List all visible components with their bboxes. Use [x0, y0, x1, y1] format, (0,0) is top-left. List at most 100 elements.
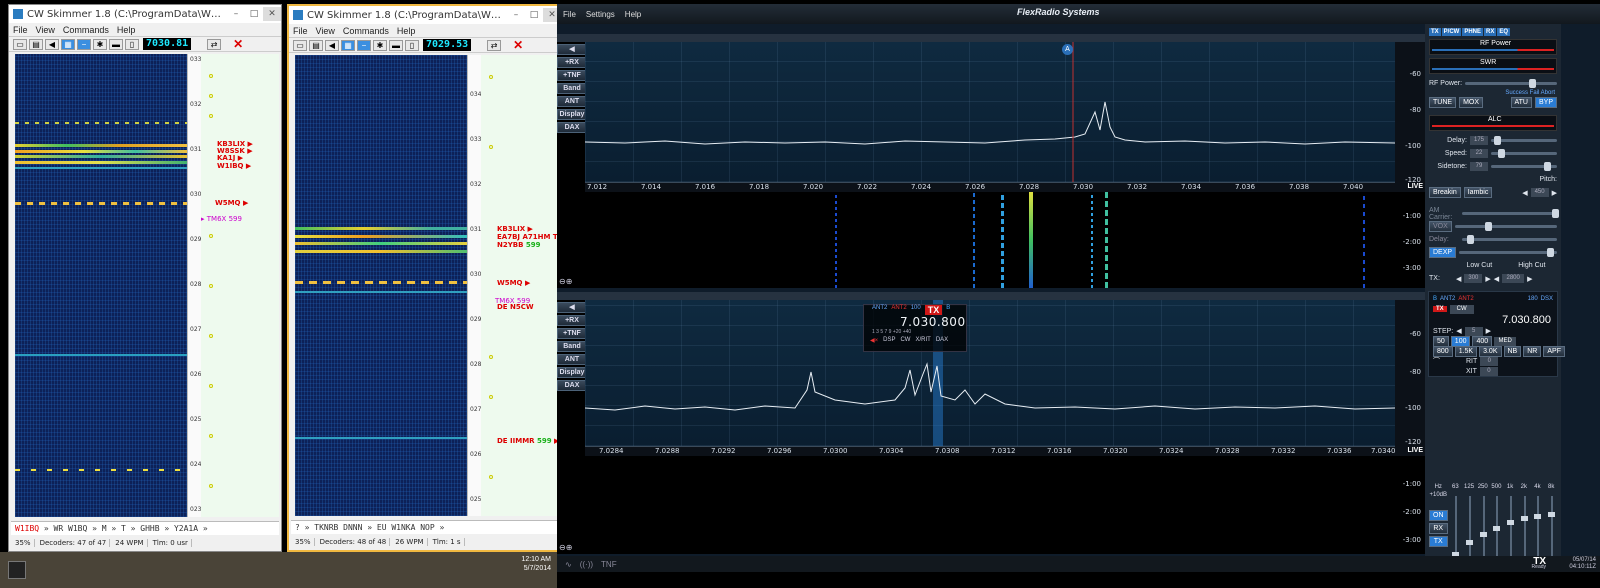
- slice-ant-rx[interactable]: ANT2: [872, 305, 887, 315]
- spectrum-display[interactable]: ANT2 ANT2 100 TX B 7.030.800 1 3 5 7 9 +…: [585, 300, 1395, 446]
- display-button[interactable]: Display: [557, 109, 587, 120]
- waterfall-icon[interactable]: ▦: [341, 39, 355, 51]
- add-rx-button[interactable]: +RX: [557, 315, 587, 326]
- slice-b-flag[interactable]: ANT2 ANT2 100 TX B 7.030.800 1 3 5 7 9 +…: [863, 304, 967, 352]
- maximize-button[interactable]: □: [245, 7, 263, 21]
- dsp-button[interactable]: DSP: [883, 337, 895, 344]
- slice-ant-tx[interactable]: ANT2: [891, 305, 906, 315]
- speed-value[interactable]: 22: [1470, 149, 1488, 158]
- menu-commands[interactable]: Commands: [63, 25, 109, 35]
- rit-value[interactable]: 0: [1480, 356, 1499, 366]
- eq-on-button[interactable]: ON: [1429, 510, 1448, 521]
- radio-icon[interactable]: ▭: [293, 39, 307, 51]
- system-clock[interactable]: 12:10 AM 5/7/2014: [521, 555, 551, 573]
- menu-file[interactable]: File: [293, 26, 308, 36]
- atu-button[interactable]: ATU: [1510, 97, 1532, 108]
- decoded-text[interactable]: W1IBQ » WR W1BQ » M » T » GHHB » Y2A1A »: [11, 521, 279, 535]
- tab-pcw[interactable]: P/CW: [1441, 28, 1462, 36]
- frequency-display[interactable]: 7029.53: [423, 39, 472, 51]
- add-rx-button[interactable]: +RX: [557, 57, 587, 68]
- waterfall[interactable]: [15, 54, 187, 517]
- zoom-out-icon[interactable]: ⊖⊕: [559, 277, 572, 286]
- menu-view[interactable]: View: [316, 26, 335, 36]
- collapse-button[interactable]: ◀: [557, 302, 587, 313]
- delay-slider[interactable]: [1491, 136, 1557, 145]
- smartsdr-window[interactable]: File Settings Help FlexRadio Systems ◀ +…: [557, 4, 1600, 572]
- callsign-spot[interactable]: KA1J ▶: [217, 154, 243, 162]
- pitch-down-icon[interactable]: ◀: [1522, 189, 1527, 197]
- eq-band-500[interactable]: 500: [1491, 484, 1503, 564]
- eq-band-4k[interactable]: 4k: [1532, 484, 1544, 564]
- menu-help[interactable]: Help: [625, 10, 641, 19]
- slice-frequency[interactable]: 7.030.800: [864, 315, 966, 329]
- close-button[interactable]: ✕: [263, 7, 281, 21]
- add-tnf-button[interactable]: +TNF: [557, 328, 587, 339]
- speaker-icon[interactable]: ◀: [45, 38, 59, 50]
- band-button[interactable]: Band: [557, 83, 587, 94]
- callsign-spot[interactable]: N2YBB 599: [497, 241, 541, 249]
- iambic-button[interactable]: Iambic: [1463, 187, 1493, 198]
- tune-icon[interactable]: ✱: [93, 38, 107, 50]
- waterfall-display[interactable]: [585, 456, 1395, 554]
- slice-letter-badge[interactable]: B: [1433, 296, 1437, 302]
- menu-file[interactable]: File: [563, 10, 576, 19]
- start-icon[interactable]: [8, 561, 26, 579]
- radio-icon[interactable]: ▭: [13, 38, 27, 50]
- mox-button[interactable]: MOX: [1459, 97, 1484, 108]
- callsign-spot[interactable]: ▸ TM6X 599: [201, 215, 242, 223]
- dax-slice-button[interactable]: DAX: [936, 337, 948, 344]
- breakin-button[interactable]: Breakin: [1429, 187, 1461, 198]
- filter-3-0k[interactable]: 3.0K: [1479, 345, 1502, 357]
- eq-band-63[interactable]: 63: [1450, 484, 1462, 564]
- vox-delay-slider[interactable]: [1462, 235, 1557, 244]
- low-cut-value[interactable]: 300: [1464, 274, 1483, 283]
- settings-icon[interactable]: ▤: [29, 38, 43, 50]
- slice-tx-badge[interactable]: TX: [924, 305, 943, 315]
- callsign-spot[interactable]: KB3LIX ▶: [497, 225, 533, 233]
- delay-value[interactable]: 175: [1470, 136, 1488, 145]
- callsign-spot[interactable]: W1IBQ ▶: [217, 162, 251, 170]
- tab-rx[interactable]: RX: [1484, 28, 1497, 36]
- mode-button[interactable]: CW: [900, 337, 910, 344]
- minimize-button[interactable]: –: [507, 8, 525, 22]
- waterfall-icon[interactable]: ▦: [61, 38, 75, 50]
- menu-file[interactable]: File: [13, 25, 28, 35]
- waterfall-display[interactable]: [585, 192, 1395, 288]
- xrit-button[interactable]: X/RIT: [915, 337, 930, 344]
- step-up-icon[interactable]: ▶: [1486, 327, 1491, 335]
- decoded-text[interactable]: ? » TKNRB DNNN » EU W1NKA NOP »: [291, 520, 559, 534]
- xit-value[interactable]: 0: [1479, 366, 1498, 376]
- rf-power-slider[interactable]: [1465, 79, 1557, 88]
- pitch-up-icon[interactable]: ▶: [1552, 189, 1557, 197]
- sidetone-value[interactable]: 79: [1470, 162, 1488, 171]
- tnf-icon[interactable]: ((·)): [580, 560, 593, 569]
- dax-button[interactable]: DAX: [557, 122, 587, 133]
- high-cut-down-icon[interactable]: ◀: [1494, 275, 1499, 283]
- vox-button[interactable]: VOX: [1429, 221, 1452, 232]
- eq-rx-button[interactable]: RX: [1429, 523, 1448, 534]
- mode-select[interactable]: CW: [1449, 304, 1474, 314]
- zoom-out-icon[interactable]: ⊖⊕: [559, 543, 572, 552]
- pitch-value[interactable]: 450: [1530, 188, 1549, 197]
- title-bar[interactable]: CW Skimmer 1.8 (C:\ProgramData\W2RF\IQ1.…: [289, 6, 561, 24]
- callsign-spot[interactable]: W5MQ ▶: [215, 199, 248, 207]
- dexp-button[interactable]: DEXP: [1429, 247, 1457, 258]
- ant-button[interactable]: ANT: [557, 354, 587, 365]
- rx-tx-badge[interactable]: TX: [1433, 306, 1447, 312]
- eq-tx-button[interactable]: TX: [1429, 536, 1448, 547]
- high-cut-value[interactable]: 2800: [1502, 274, 1525, 283]
- slice-letter[interactable]: B: [946, 305, 950, 315]
- display-button[interactable]: Display: [557, 367, 587, 378]
- add-tnf-button[interactable]: +TNF: [557, 70, 587, 81]
- clear-icon[interactable]: ✕: [233, 37, 243, 51]
- callsign-spot[interactable]: DE IIMMR 599 ▶: [497, 437, 559, 445]
- agc-mode[interactable]: MED: [1494, 336, 1517, 346]
- step-down-icon[interactable]: ◀: [1456, 327, 1461, 335]
- bar-icon[interactable]: ▬: [389, 39, 403, 51]
- title-bar[interactable]: CW Skimmer 1.8 (C:\ProgramData\W2RF\IQ2.…: [9, 5, 281, 23]
- eq-band-8k[interactable]: 8k: [1545, 484, 1557, 564]
- band-button[interactable]: Band: [557, 341, 587, 352]
- apf-button[interactable]: APF: [1543, 345, 1565, 357]
- dax-button[interactable]: DAX: [557, 380, 587, 391]
- tx-ant[interactable]: ANT2: [1458, 296, 1473, 302]
